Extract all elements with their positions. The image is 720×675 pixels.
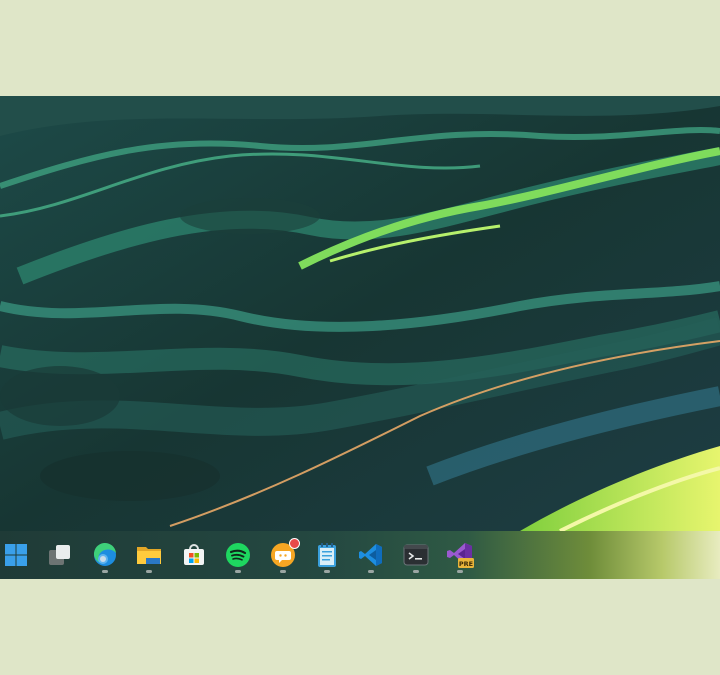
start-button[interactable] xyxy=(0,535,36,575)
vscode-button[interactable] xyxy=(351,535,391,575)
notification-badge xyxy=(289,538,300,549)
running-indicator xyxy=(235,570,241,573)
windows-logo-icon xyxy=(5,544,27,566)
terminal-icon xyxy=(403,544,429,566)
desktop-wallpaper xyxy=(0,96,720,531)
running-indicator xyxy=(368,570,374,573)
notepad-icon xyxy=(318,543,336,567)
running-indicator xyxy=(413,570,419,573)
task-view-button[interactable] xyxy=(40,535,80,575)
terminal-button[interactable] xyxy=(396,535,436,575)
edge-button[interactable] xyxy=(85,535,125,575)
spotify-button[interactable] xyxy=(218,535,258,575)
taskbar: PRE xyxy=(0,531,720,579)
visual-studio-preview-icon: PRE xyxy=(447,543,474,568)
running-indicator xyxy=(324,570,330,573)
notepad-button[interactable] xyxy=(307,535,347,575)
task-view-icon xyxy=(49,545,70,565)
running-indicator xyxy=(457,570,463,573)
running-indicator xyxy=(146,570,152,573)
visual-studio-preview-button[interactable]: PRE xyxy=(440,535,480,575)
chat-app-button[interactable] xyxy=(263,535,303,575)
edge-icon xyxy=(93,542,116,566)
vscode-icon xyxy=(359,544,382,566)
running-indicator xyxy=(280,570,286,573)
store-icon xyxy=(184,544,204,565)
file-explorer-button[interactable] xyxy=(129,535,169,575)
preview-label: PRE xyxy=(459,560,473,568)
spotify-icon xyxy=(226,543,250,567)
folder-icon xyxy=(137,547,161,564)
running-indicator xyxy=(102,570,108,573)
desktop-screen: PRE xyxy=(0,96,720,579)
microsoft-store-button[interactable] xyxy=(174,535,214,575)
